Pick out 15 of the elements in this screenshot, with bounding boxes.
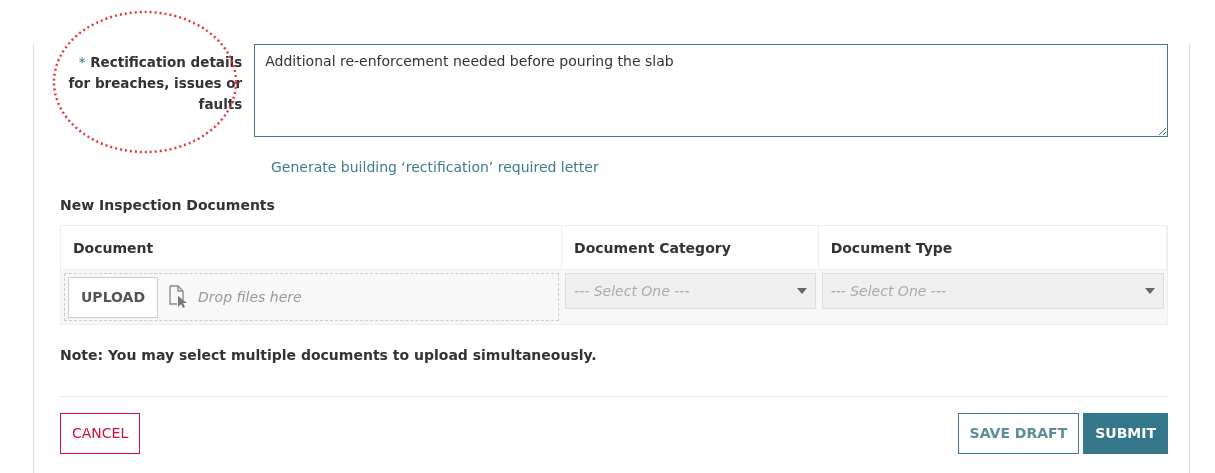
section-heading: New Inspection Documents bbox=[60, 196, 276, 215]
caret-icon bbox=[796, 288, 807, 294]
text-area[interactable]: Additional re-enforcement needed before pouring the slab bbox=[254, 44, 1168, 137]
upload-button[interactable]: UPLOAD bbox=[68, 276, 159, 318]
drop-hint: Drop files here bbox=[198, 287, 302, 307]
select-placeholder: --- Select One --- bbox=[574, 281, 690, 301]
note-text: Note: You may select multiple documents to upload simultaneously. bbox=[60, 346, 598, 365]
file-cursor-icon bbox=[168, 285, 189, 309]
field-label: * Rectification details for breaches, issues or faults bbox=[67, 53, 243, 114]
submit-button[interactable]: SUBMIT bbox=[1083, 413, 1168, 454]
select-placeholder: --- Select One --- bbox=[830, 281, 946, 301]
letter-link[interactable]: Generate building ‘rectification’ required letter bbox=[271, 157, 599, 178]
caret-icon bbox=[1145, 288, 1155, 294]
save-draft-button[interactable]: SAVE DRAFT bbox=[957, 413, 1080, 454]
cancel-button[interactable]: CANCEL bbox=[60, 413, 141, 454]
